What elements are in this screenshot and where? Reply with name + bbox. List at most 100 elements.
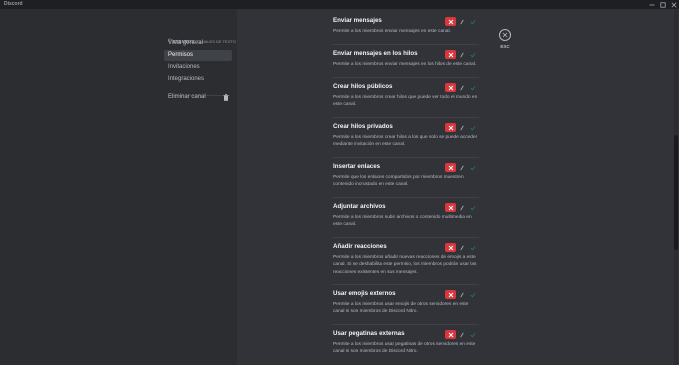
permission-create-private-threads: Crear hilos privados Permite a los miemb…: [333, 123, 479, 158]
esc-label: ESC: [500, 44, 510, 49]
neutral-button[interactable]: [456, 17, 467, 26]
sidebar-item-invites[interactable]: Invitaciones: [164, 62, 232, 73]
permission-divider: [333, 117, 479, 118]
deny-button[interactable]: [445, 17, 456, 26]
sidebar-item-label: Vista general: [168, 40, 203, 46]
sidebar-item-label: Eliminar canal: [168, 94, 206, 100]
minimize-icon: [649, 4, 654, 5]
check-icon: [470, 19, 476, 24]
neutral-button[interactable]: [456, 243, 467, 252]
sidebar-item-overview[interactable]: Vista general: [164, 38, 232, 49]
maximize-icon: [659, 1, 666, 8]
neutral-button[interactable]: [456, 50, 467, 59]
delete-channel-button[interactable]: Eliminar canal: [164, 92, 232, 103]
permission-toggle: [445, 17, 479, 26]
allow-button[interactable]: [467, 330, 478, 339]
permission-description: Permite a los miembros usar emojis de ot…: [333, 302, 469, 315]
x-icon: [448, 19, 453, 24]
permission-divider: [333, 284, 479, 285]
close-icon: [671, 2, 676, 7]
check-icon: [470, 292, 476, 297]
settings-sidebar: # EVENTOS CANALES DE TEXTO Vista general…: [0, 9, 237, 365]
x-icon: [448, 292, 453, 297]
permission-toggle: [445, 203, 479, 212]
window-titlebar: Discord: [0, 0, 679, 9]
allow-button[interactable]: [467, 50, 478, 59]
slash-icon: [459, 205, 464, 210]
permission-description: Permite a los miembros añadir nuevas rea…: [333, 255, 477, 275]
trash-icon: [223, 94, 229, 101]
permission-divider: [333, 324, 479, 325]
slash-icon: [459, 52, 464, 57]
permission-send-messages: Enviar mensajes Permite a los miembros e…: [333, 17, 479, 45]
permission-embed-links: Insertar enlaces Permite que los enlaces…: [333, 163, 479, 198]
permission-create-public-threads: Crear hilos públicos Permite a los miemb…: [333, 83, 479, 118]
allow-button[interactable]: [467, 163, 478, 172]
slash-icon: [459, 85, 464, 90]
deny-button[interactable]: [445, 50, 456, 59]
allow-button[interactable]: [467, 203, 478, 212]
deny-button[interactable]: [445, 123, 456, 132]
sidebar-item-label: Integraciones: [168, 76, 205, 82]
neutral-button[interactable]: [456, 203, 467, 212]
window-controls: [646, 0, 679, 9]
maximize-button[interactable]: [657, 0, 668, 9]
sidebar-item-integrations[interactable]: Integraciones: [164, 74, 232, 85]
close-settings-button[interactable]: [499, 29, 511, 41]
permission-send-messages-in-threads: Enviar mensajes en los hilos Permite a l…: [333, 50, 479, 78]
app-title: Discord: [4, 1, 23, 7]
permission-description: Permite a los miembros subir archivos o …: [333, 215, 472, 228]
x-icon: [448, 52, 453, 57]
scrollbar-thumb[interactable]: [674, 135, 678, 250]
permission-use-external-emojis: Usar emojis externos Permite a los miemb…: [333, 290, 479, 325]
minimize-button[interactable]: [646, 0, 657, 9]
slash-icon: [459, 19, 464, 24]
allow-button[interactable]: [467, 290, 478, 299]
permission-attach-files: Adjuntar archivos Permite a los miembros…: [333, 203, 479, 238]
permission-use-external-stickers: Usar pegatinas externas Permite a los mi…: [333, 330, 479, 354]
permission-toggle: [445, 330, 479, 339]
permission-toggle: [445, 50, 479, 59]
permission-description: Permite a los miembros crear hilos a los…: [333, 135, 478, 148]
sidebar-item-permissions[interactable]: Permisos: [164, 50, 232, 61]
permission-description: Permite a los miembros usar pegatinas de…: [333, 342, 476, 355]
x-icon: [448, 332, 453, 337]
deny-button[interactable]: [445, 203, 456, 212]
neutral-button[interactable]: [456, 83, 467, 92]
close-icon: [502, 32, 508, 38]
close-window-button[interactable]: [668, 0, 679, 9]
deny-button[interactable]: [445, 243, 456, 252]
deny-button[interactable]: [445, 163, 456, 172]
deny-button[interactable]: [445, 330, 456, 339]
permission-description: Permite a los miembros crear hilos que p…: [333, 95, 478, 108]
permission-toggle: [445, 163, 479, 172]
check-icon: [470, 85, 476, 90]
neutral-button[interactable]: [456, 330, 467, 339]
slash-icon: [459, 165, 464, 170]
deny-button[interactable]: [445, 290, 456, 299]
x-icon: [448, 205, 453, 210]
neutral-button[interactable]: [456, 163, 467, 172]
sidebar-item-label: Invitaciones: [168, 64, 200, 70]
slash-icon: [459, 125, 464, 130]
allow-button[interactable]: [467, 123, 478, 132]
check-icon: [470, 52, 476, 57]
permission-toggle: [445, 290, 479, 299]
slash-icon: [459, 292, 464, 297]
permission-toggle: [445, 83, 479, 92]
neutral-button[interactable]: [456, 123, 467, 132]
check-icon: [470, 205, 476, 210]
allow-button[interactable]: [467, 83, 478, 92]
deny-button[interactable]: [445, 83, 456, 92]
allow-button[interactable]: [467, 243, 478, 252]
neutral-button[interactable]: [456, 290, 467, 299]
permission-description: Permite a los miembros enviar mensajes e…: [333, 29, 451, 34]
permission-description: Permite a los miembros enviar mensajes e…: [333, 62, 477, 67]
permission-divider: [333, 197, 479, 198]
allow-button[interactable]: [467, 17, 478, 26]
permission-divider: [333, 44, 479, 45]
permission-divider: [333, 157, 479, 158]
permission-description: Permite que los enlaces compartidos por …: [333, 175, 464, 188]
slash-icon: [459, 332, 464, 337]
x-icon: [448, 245, 453, 250]
